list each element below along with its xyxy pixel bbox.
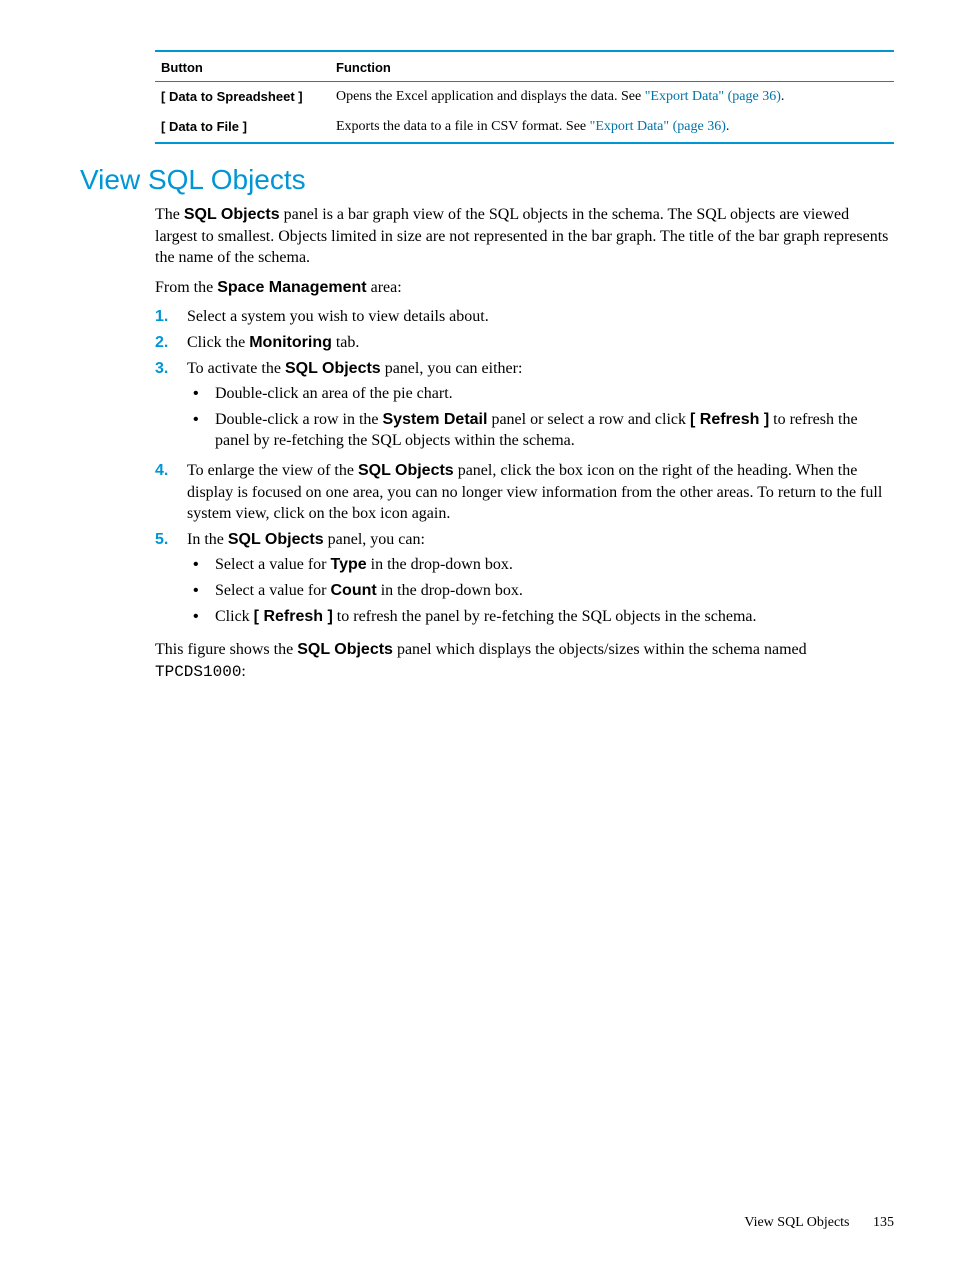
text: panel, you can: (324, 531, 425, 548)
step-number: 2. (155, 332, 187, 354)
text: In the (187, 531, 228, 548)
text: in the drop-down box. (377, 582, 523, 599)
function-cell: Exports the data to a file in CSV format… (330, 112, 894, 143)
bold-text: SQL Objects (228, 531, 324, 548)
function-text-post: . (726, 119, 730, 134)
text: tab. (332, 334, 360, 351)
bold-text: SQL Objects (285, 360, 381, 377)
bullet-text: Click [ Refresh ] to refresh the panel b… (215, 606, 894, 628)
mono-text: TPCDS1000 (155, 663, 241, 681)
sub-bullets: • Double-click an area of the pie chart.… (187, 383, 894, 452)
text: Click the (187, 334, 249, 351)
sub-bullets: • Select a value for Type in the drop-do… (187, 554, 894, 627)
function-text-pre: Opens the Excel application and displays… (336, 89, 645, 104)
bullet-item: • Click [ Refresh ] to refresh the panel… (187, 606, 894, 628)
bullet-marker: • (187, 383, 215, 405)
step-item: 5. In the SQL Objects panel, you can: • … (155, 529, 894, 631)
step-item: 4. To enlarge the view of the SQL Object… (155, 460, 894, 525)
text: panel which displays the objects/sizes w… (393, 641, 807, 658)
bold-text: Space Management (217, 279, 366, 296)
intro-paragraph-2: From the Space Management area: (155, 277, 894, 299)
function-text-post: . (781, 89, 785, 104)
page-footer: View SQL Objects 135 (744, 1215, 894, 1231)
step-number: 4. (155, 460, 187, 482)
text: Select a value for (215, 556, 331, 573)
export-data-link[interactable]: "Export Data" (page 36) (590, 119, 726, 134)
export-data-link[interactable]: "Export Data" (page 36) (645, 89, 781, 104)
step-number: 5. (155, 529, 187, 551)
bullet-marker: • (187, 606, 215, 628)
step-item: 3. To activate the SQL Objects panel, yo… (155, 358, 894, 456)
bullet-item: • Double-click an area of the pie chart. (187, 383, 894, 405)
text: This figure shows the (155, 641, 297, 658)
table-header-button: Button (155, 51, 330, 82)
table-row: [ Data to Spreadsheet ] Opens the Excel … (155, 82, 894, 113)
bullet-item: • Select a value for Type in the drop-do… (187, 554, 894, 576)
bold-text: SQL Objects (358, 462, 454, 479)
step-number: 1. (155, 306, 187, 328)
bold-text: [ Refresh ] (690, 411, 769, 428)
step-item: 2. Click the Monitoring tab. (155, 332, 894, 354)
bold-text: SQL Objects (297, 641, 393, 658)
text: panel, you can either: (381, 360, 523, 377)
function-text-pre: Exports the data to a file in CSV format… (336, 119, 590, 134)
bullet-text: Select a value for Count in the drop-dow… (215, 580, 894, 602)
bold-text: Type (331, 556, 367, 573)
bold-text: Monitoring (249, 334, 332, 351)
text: To activate the (187, 360, 285, 377)
button-function-table: Button Function [ Data to Spreadsheet ] … (155, 50, 894, 144)
text: in the drop-down box. (367, 556, 513, 573)
steps-list: 1. Select a system you wish to view deta… (155, 306, 894, 631)
bold-text: System Detail (383, 411, 488, 428)
table-row: [ Data to File ] Exports the data to a f… (155, 112, 894, 143)
step-item: 1. Select a system you wish to view deta… (155, 306, 894, 328)
text: To enlarge the view of the (187, 462, 358, 479)
function-cell: Opens the Excel application and displays… (330, 82, 894, 113)
step-text: To activate the SQL Objects panel, you c… (187, 360, 522, 377)
footer-label: View SQL Objects (744, 1215, 849, 1230)
text: Double-click a row in the (215, 411, 383, 428)
section-heading: View SQL Objects (80, 164, 894, 196)
step-text: In the SQL Objects panel, you can: (187, 531, 425, 548)
text: Select a value for (215, 582, 331, 599)
button-label: [ Data to Spreadsheet ] (155, 82, 330, 113)
bullet-item: • Select a value for Count in the drop-d… (187, 580, 894, 602)
bold-text: Count (331, 582, 377, 599)
page-number: 135 (873, 1215, 894, 1230)
text: The (155, 206, 184, 223)
closing-paragraph: This figure shows the SQL Objects panel … (155, 639, 894, 683)
bullet-marker: • (187, 580, 215, 602)
step-number: 3. (155, 358, 187, 380)
bold-text: SQL Objects (184, 206, 280, 223)
text: Click (215, 608, 254, 625)
bullet-text: Double-click a row in the System Detail … (215, 409, 894, 452)
text: panel or select a row and click (487, 411, 690, 428)
text: to refresh the panel by re-fetching the … (333, 608, 757, 625)
text: From the (155, 279, 217, 296)
bullet-text: Double-click an area of the pie chart. (215, 383, 894, 405)
text: area: (367, 279, 402, 296)
step-text: Click the Monitoring tab. (187, 332, 894, 354)
bullet-item: • Double-click a row in the System Detai… (187, 409, 894, 452)
bullet-text: Select a value for Type in the drop-down… (215, 554, 894, 576)
step-text: To enlarge the view of the SQL Objects p… (187, 460, 894, 525)
step-text: Select a system you wish to view details… (187, 306, 894, 328)
bullet-marker: • (187, 409, 215, 431)
text: : (241, 663, 245, 680)
bullet-marker: • (187, 554, 215, 576)
intro-paragraph-1: The SQL Objects panel is a bar graph vie… (155, 204, 894, 269)
bold-text: [ Refresh ] (254, 608, 333, 625)
button-label: [ Data to File ] (155, 112, 330, 143)
table-header-function: Function (330, 51, 894, 82)
